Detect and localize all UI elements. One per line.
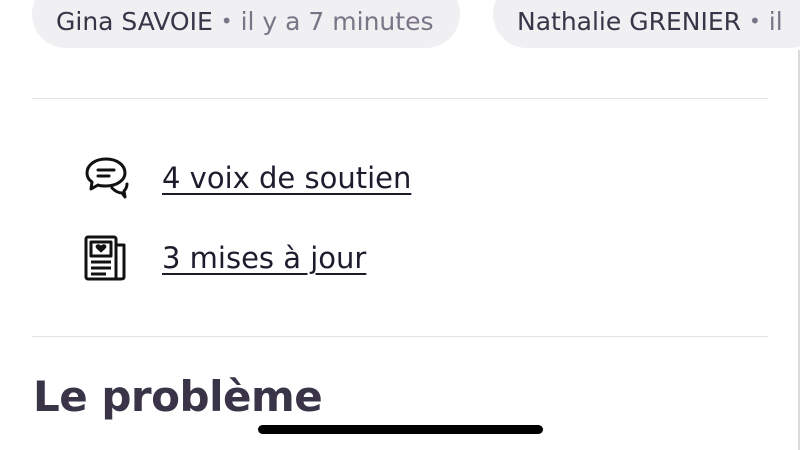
signer-chip[interactable]: Gina SAVOIE • il y a 7 minutes [32, 0, 460, 48]
signer-chip[interactable]: Nathalie GRENIER • il [493, 0, 800, 48]
home-indicator[interactable] [258, 425, 543, 434]
updates-link[interactable]: 3 mises à jour [162, 241, 366, 275]
signer-time: il [768, 6, 783, 36]
newspaper-heart-icon [80, 232, 132, 284]
updates-stat[interactable]: 3 mises à jour [80, 233, 366, 283]
divider [32, 336, 768, 337]
supporters-stat[interactable]: 4 voix de soutien [80, 153, 411, 203]
section-title: Le problème [33, 372, 323, 421]
signer-name: Gina SAVOIE [56, 6, 213, 36]
separator-dot: • [220, 9, 233, 33]
speech-bubbles-icon [80, 152, 132, 204]
supporters-link[interactable]: 4 voix de soutien [162, 161, 411, 195]
signer-name: Nathalie GRENIER [517, 6, 741, 36]
divider [32, 98, 768, 99]
separator-dot: • [749, 9, 761, 33]
signer-time: il y a 7 minutes [240, 6, 434, 36]
recent-signers-carousel: Gina SAVOIE • il y a 7 minutes Nathalie … [0, 0, 800, 50]
